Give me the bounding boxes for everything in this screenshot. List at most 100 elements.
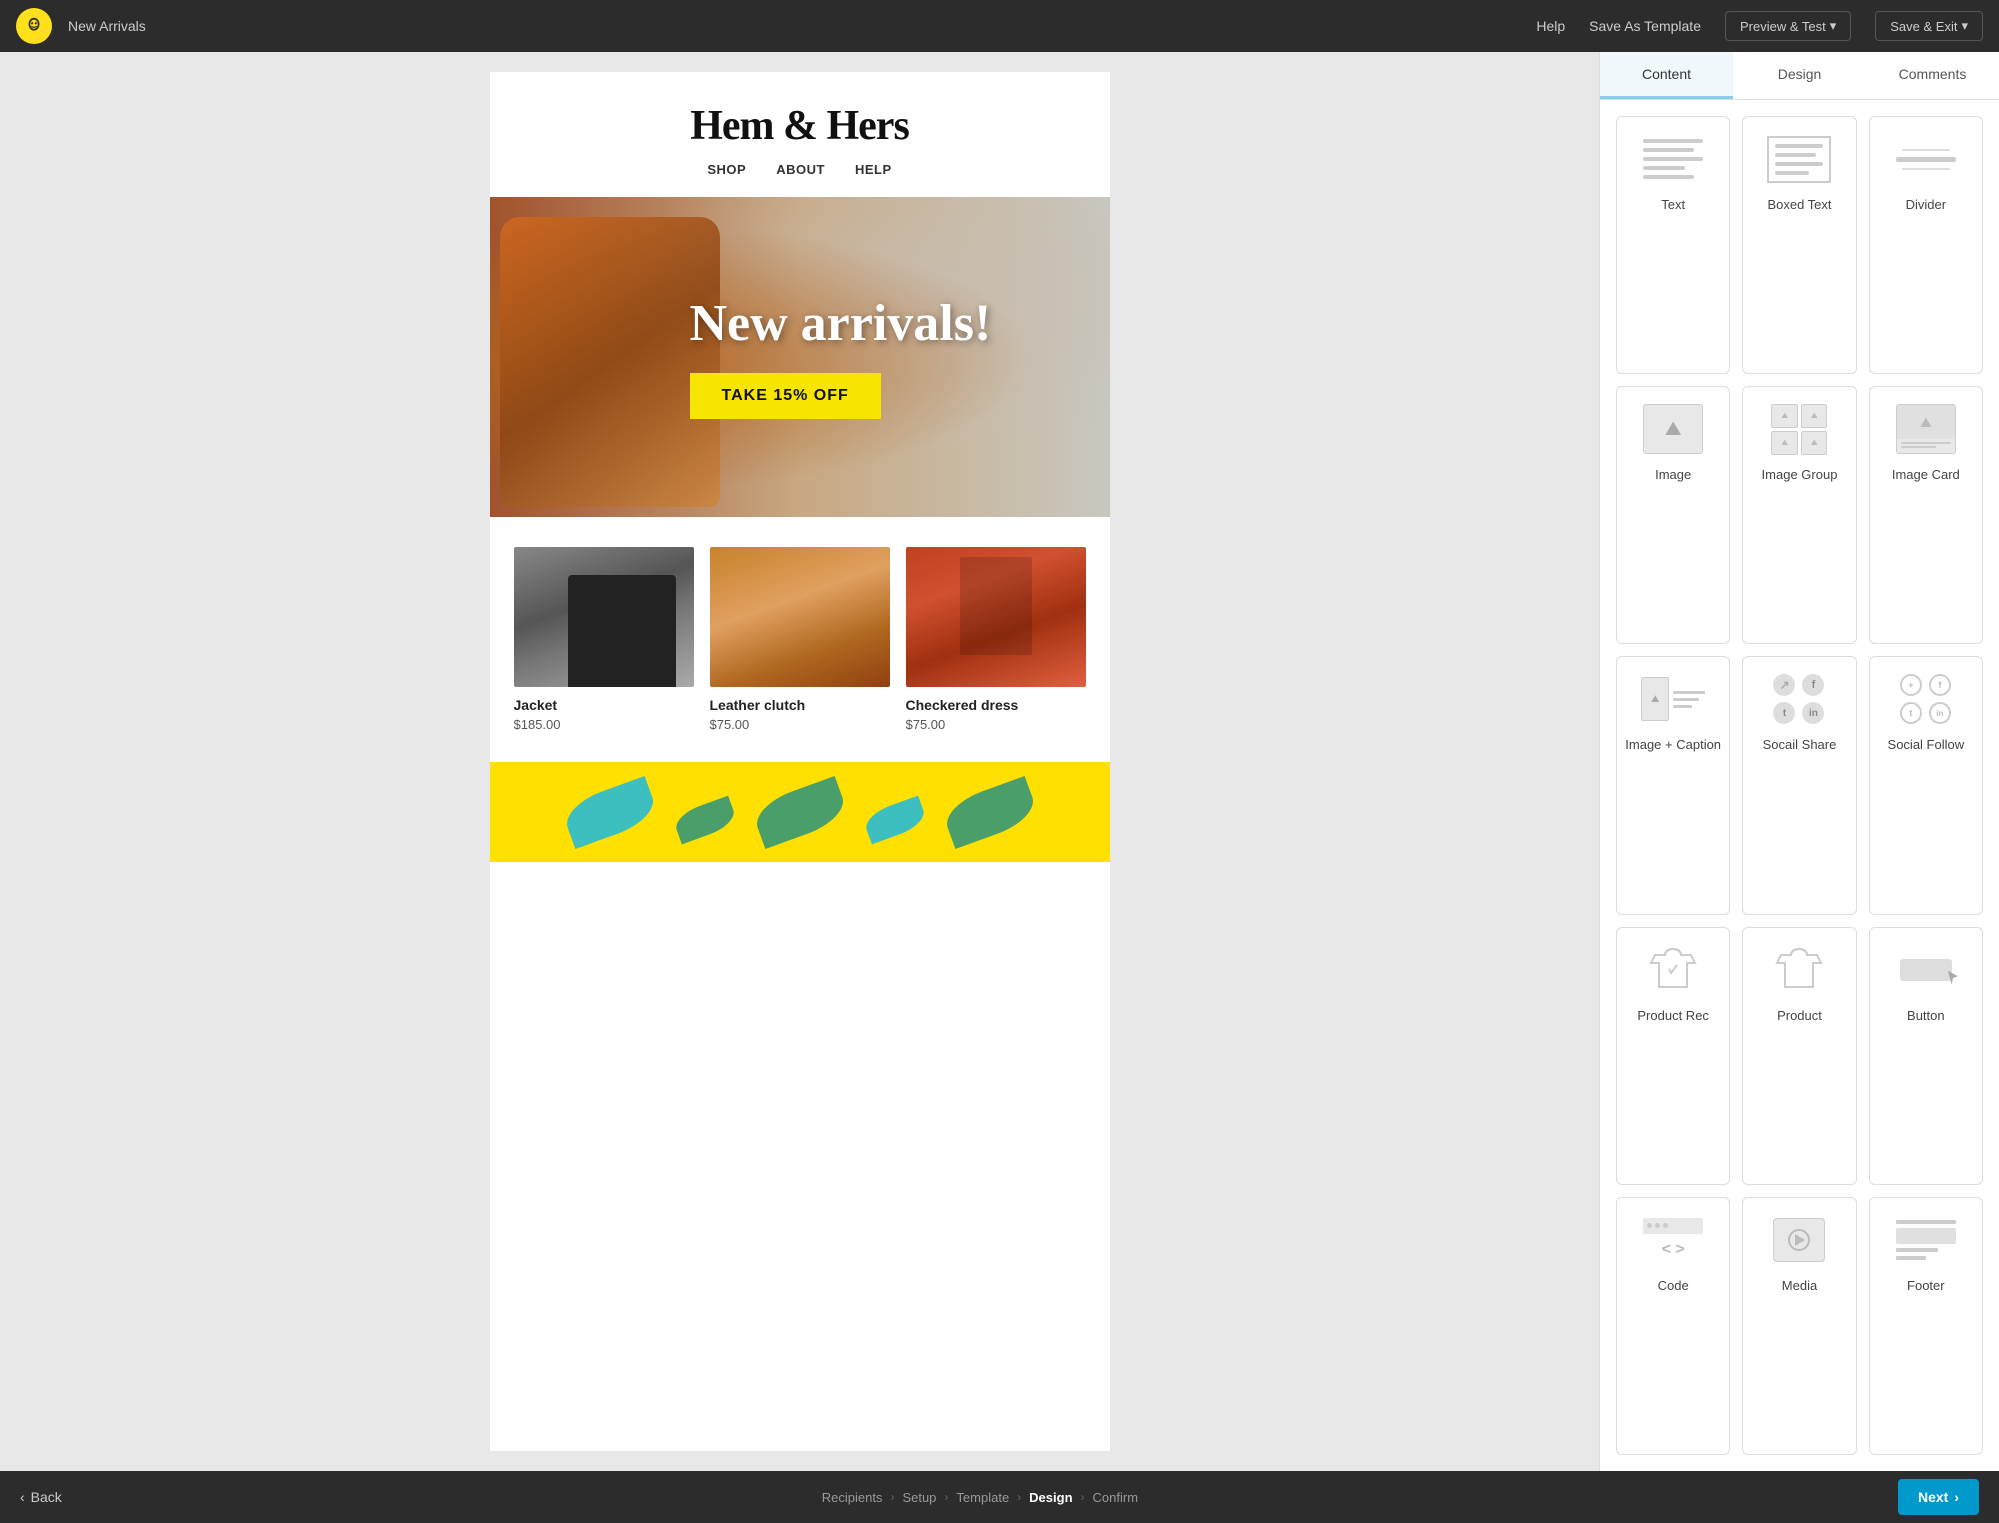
products-section: Jacket $185.00 Leather clutch $75.00 Che… (490, 517, 1110, 762)
icon-line (1775, 171, 1809, 175)
play-triangle-icon (1795, 1234, 1805, 1246)
block-product[interactable]: Product (1742, 927, 1856, 1185)
next-button[interactable]: Next › (1898, 1479, 1979, 1515)
save-exit-button[interactable]: Save & Exit (1875, 11, 1983, 41)
block-image-caption[interactable]: ⛰ Image + Caption (1616, 656, 1730, 914)
block-image-group-label: Image Group (1762, 467, 1838, 482)
block-image[interactable]: ⛰ Image (1616, 386, 1730, 644)
breadcrumb-template: Template (956, 1490, 1009, 1505)
tab-content[interactable]: Content (1600, 52, 1733, 99)
block-button-label: Button (1907, 1008, 1945, 1023)
facebook-follow-icon: f (1929, 674, 1951, 696)
ic-tline (1673, 705, 1692, 708)
icon-line (1643, 175, 1694, 179)
block-text[interactable]: Text (1616, 116, 1730, 374)
nav-about[interactable]: ABOUT (776, 162, 825, 177)
block-footer[interactable]: Footer (1869, 1197, 1983, 1455)
product-clutch-name: Leather clutch (710, 697, 890, 713)
back-button[interactable]: ‹ Back (20, 1489, 62, 1505)
block-divider-label: Divider (1906, 197, 1946, 212)
play-button-icon (1788, 1229, 1810, 1251)
back-arrow-icon: ‹ (20, 1489, 25, 1505)
product-clutch-price: $75.00 (710, 717, 890, 732)
email-nav: SHOP ABOUT HELP (510, 162, 1090, 177)
block-image-card[interactable]: ⛰ Image Card (1869, 386, 1983, 644)
img-thumb: ⛰ (1801, 431, 1828, 455)
block-product-label: Product (1777, 1008, 1822, 1023)
block-boxed-text[interactable]: Boxed Text (1742, 116, 1856, 374)
product-rec-block-icon (1633, 940, 1713, 1000)
divider-block-icon (1886, 129, 1966, 189)
img-thumb: ⛰ (1771, 404, 1798, 428)
linkedin-icon: in (1802, 702, 1824, 724)
breadcrumb: Recipients › Setup › Template › Design ›… (62, 1490, 1898, 1505)
block-button[interactable]: Button (1869, 927, 1983, 1185)
leaf-decoration (671, 795, 738, 844)
image-card-top: ⛰ (1897, 405, 1955, 439)
back-label: Back (31, 1489, 62, 1505)
button-block-icon (1886, 940, 1966, 1000)
img-thumb: ⛰ (1801, 404, 1828, 428)
icon-line (1643, 139, 1703, 143)
block-product-rec[interactable]: Product Rec (1616, 927, 1730, 1185)
icon-line (1775, 144, 1823, 148)
breadcrumb-confirm: Confirm (1093, 1490, 1139, 1505)
code-dot (1663, 1223, 1668, 1228)
icon-line (1643, 148, 1694, 152)
leaf-decoration (750, 775, 850, 848)
main-area: Hem & Hers SHOP ABOUT HELP New arrivals!… (0, 52, 1999, 1471)
code-block-icon: < > (1633, 1210, 1713, 1270)
footer-icon-block (1896, 1228, 1956, 1244)
block-social-share[interactable]: ↗ f t in Socail Share (1742, 656, 1856, 914)
leaf-decoration (861, 795, 928, 844)
plus-icon: + (1900, 674, 1922, 696)
block-code[interactable]: < > Code (1616, 1197, 1730, 1455)
product-item: Jacket $185.00 (514, 547, 694, 732)
footer-decoration (565, 790, 1035, 835)
block-media[interactable]: Media (1742, 1197, 1856, 1455)
ic-tline (1673, 691, 1705, 694)
product-jacket-name: Jacket (514, 697, 694, 713)
product-block-icon (1759, 940, 1839, 1000)
hero-cta-button[interactable]: TAKE 15% OFF (690, 373, 881, 419)
code-dot (1655, 1223, 1660, 1228)
linkedin-follow-icon: in (1929, 702, 1951, 724)
block-social-follow[interactable]: + f t in Social Follow (1869, 656, 1983, 914)
next-label: Next (1918, 1489, 1948, 1505)
icon-line (1902, 168, 1950, 170)
block-footer-label: Footer (1907, 1278, 1945, 1293)
code-brackets-icon: < > (1643, 1238, 1703, 1262)
icon-line (1643, 166, 1685, 170)
block-divider[interactable]: Divider (1869, 116, 1983, 374)
image-caption-block-icon: ⛰ (1633, 669, 1713, 729)
twitter-icon: t (1773, 702, 1795, 724)
share-icon: ↗ (1773, 674, 1795, 696)
breadcrumb-setup: Setup (902, 1490, 936, 1505)
caption-text (1673, 691, 1705, 708)
breadcrumb-sep: › (1081, 1490, 1085, 1504)
help-link[interactable]: Help (1536, 18, 1565, 34)
product-dress-image (906, 547, 1086, 687)
icon-line (1643, 157, 1703, 161)
icon-line (1902, 149, 1950, 151)
nav-shop[interactable]: SHOP (707, 162, 746, 177)
product-icon (1773, 945, 1825, 995)
text-block-icon (1633, 129, 1713, 189)
nav-help[interactable]: HELP (855, 162, 892, 177)
product-rec-icon (1647, 945, 1699, 995)
preview-test-button[interactable]: Preview & Test (1725, 11, 1851, 41)
save-template-link[interactable]: Save As Template (1589, 18, 1701, 34)
footer-block-icon (1886, 1210, 1966, 1270)
block-media-label: Media (1782, 1278, 1817, 1293)
media-block-icon (1759, 1210, 1839, 1270)
tab-comments[interactable]: Comments (1866, 52, 1999, 99)
block-image-label: Image (1655, 467, 1691, 482)
block-text-label: Text (1661, 197, 1685, 212)
block-product-rec-label: Product Rec (1637, 1008, 1709, 1023)
footer-icon-line (1896, 1248, 1938, 1252)
product-clutch-image (710, 547, 890, 687)
panel-tabs: Content Design Comments (1600, 52, 1999, 100)
cursor-icon (1948, 971, 1958, 985)
tab-design[interactable]: Design (1733, 52, 1866, 99)
block-image-group[interactable]: ⛰ ⛰ ⛰ ⛰ Image Group (1742, 386, 1856, 644)
